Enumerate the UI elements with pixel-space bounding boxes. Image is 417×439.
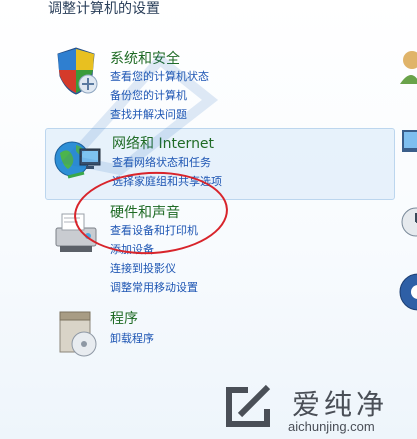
ease-of-access-icon <box>399 273 417 311</box>
link-uninstall-program[interactable]: 卸载程序 <box>110 330 154 346</box>
brand-url: aichunjing.com <box>288 419 375 434</box>
link-connect-projector[interactable]: 连接到投影仪 <box>110 260 176 276</box>
category-programs[interactable]: 程序 卸载程序 <box>44 306 394 362</box>
category-title[interactable]: 系统和安全 <box>110 48 180 68</box>
brand-name: 爱纯净 <box>292 388 389 421</box>
brand-watermark: 爱纯净 aichunjing.com <box>218 381 417 439</box>
link-network-status[interactable]: 查看网络状态和任务 <box>112 154 211 170</box>
network-globe-icon <box>54 141 101 179</box>
link-view-computer-status[interactable]: 查看您的计算机状态 <box>110 68 209 84</box>
programs-icon <box>59 311 97 357</box>
link-mobility-settings[interactable]: 调整常用移动设置 <box>110 279 198 295</box>
link-backup-computer[interactable]: 备份您的计算机 <box>110 87 187 103</box>
category-title[interactable]: 程序 <box>110 308 138 328</box>
control-panel-page: 调整计算机的设置 系统和安全 查看您的计算机状态 备份您的计算机 查找并解决问题… <box>0 0 417 439</box>
shield-icon <box>57 47 98 95</box>
category-title[interactable]: 网络和 Internet <box>112 133 214 153</box>
clock-region-icon <box>401 207 417 237</box>
link-troubleshoot[interactable]: 查找并解决问题 <box>110 106 187 122</box>
appearance-icon <box>402 130 417 152</box>
user-accounts-icon <box>400 51 417 84</box>
page-heading: 调整计算机的设置 <box>48 1 160 17</box>
brand-logo-icon <box>226 384 271 427</box>
category-system-security[interactable]: 系统和安全 查看您的计算机状态 备份您的计算机 查找并解决问题 <box>44 44 394 124</box>
